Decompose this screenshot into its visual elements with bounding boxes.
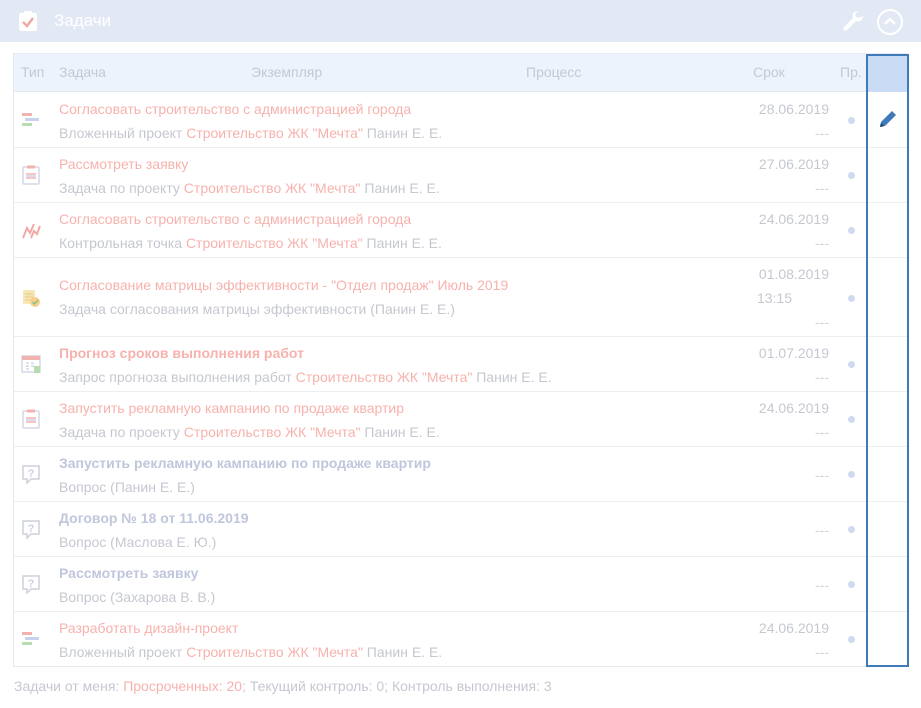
question-icon: ? <box>22 465 40 484</box>
clipboard-check-icon <box>19 11 37 31</box>
deadline-dash: --- <box>815 369 829 385</box>
project-link[interactable]: Строительство ЖК "Мечта" <box>184 180 361 196</box>
table-row[interactable]: Разработать дизайн-проект Вложенный прое… <box>14 612 907 667</box>
deadline-dash: --- <box>815 467 829 483</box>
deadline-dash: --- <box>815 577 829 593</box>
priority-dot <box>848 526 855 533</box>
col-instance[interactable]: Экземпляр <box>251 64 322 80</box>
project-task-icon <box>22 409 40 429</box>
tasks-table: Тип Задача Экземпляр Процесс Срок Пр. Со… <box>13 53 908 667</box>
deadline-dash: --- <box>815 125 829 141</box>
question-icon: ? <box>22 520 40 539</box>
task-subtitle: Задача согласования матрицы эффективност… <box>59 301 455 317</box>
matrix-approval-icon <box>23 290 40 307</box>
task-subtitle: Вопрос (Маслова Е. Ю.) <box>59 534 217 550</box>
footer-rest: ; Текущий контроль: 0; Контроль выполнен… <box>242 678 552 694</box>
deadline-date: 01.07.2019 <box>758 345 829 361</box>
table-header: Тип Задача Экземпляр Процесс Срок Пр. <box>14 54 908 92</box>
priority-dot <box>848 471 855 478</box>
footer-summary: Задачи от меня: Просроченных: 20; Текущи… <box>14 678 552 694</box>
task-subtitle: Задача по проекту Строительство ЖК "Мечт… <box>59 424 440 440</box>
deadline-dash: --- <box>815 644 829 660</box>
collapse-button[interactable] <box>877 9 903 35</box>
project-link[interactable]: Строительство ЖК "Мечта" <box>186 235 363 251</box>
actions-column-highlight <box>866 54 909 667</box>
panel-title: Задачи <box>54 11 112 30</box>
panel-header: Задачи <box>0 0 921 42</box>
task-title[interactable]: Прогноз сроков выполнения работ <box>59 345 304 361</box>
table-row[interactable]: Рассмотреть заявку Задача по проекту Стр… <box>14 148 907 203</box>
task-title[interactable]: Запустить рекламную кампанию по продаже … <box>59 455 431 471</box>
table-row[interactable]: ? Рассмотреть заявку Вопрос (Захарова В.… <box>14 557 907 612</box>
col-process[interactable]: Процесс <box>526 64 581 80</box>
priority-dot <box>848 416 855 423</box>
task-subtitle: Вопрос (Панин Е. Е.) <box>59 479 195 495</box>
deadline-date: 28.06.2019 <box>758 101 829 117</box>
priority-dot <box>848 636 855 643</box>
table-row[interactable]: ? Договор № 18 от 11.06.2019 Вопрос (Мас… <box>14 502 907 557</box>
table-row[interactable]: Прогноз сроков выполнения работ Запрос п… <box>14 337 907 392</box>
deadline-dash: --- <box>815 314 829 330</box>
task-title[interactable]: Запустить рекламную кампанию по продаже … <box>59 400 404 416</box>
svg-text:?: ? <box>28 468 35 480</box>
deadline-date: 27.06.2019 <box>758 156 829 172</box>
deadline-date: 01.08.2019 <box>758 266 829 282</box>
priority-dot <box>848 172 855 179</box>
task-title[interactable]: Рассмотреть заявку <box>59 565 198 581</box>
deadline-time: 13:15 <box>756 290 792 306</box>
tasks-panel: Задачи Тип Задача Экземпляр Процесс Срок… <box>0 0 921 708</box>
table-row[interactable]: Согласование матрицы эффективности - "От… <box>14 258 907 337</box>
priority-dot <box>848 227 855 234</box>
priority-dot <box>848 581 855 588</box>
col-priority[interactable]: Пр. <box>840 64 862 80</box>
task-title[interactable]: Согласовать строительство с администраци… <box>59 101 411 117</box>
table-row[interactable]: Запустить рекламную кампанию по продаже … <box>14 392 907 447</box>
checkpoint-icon <box>22 223 41 239</box>
table-row[interactable]: Согласовать строительство с администраци… <box>14 203 907 258</box>
project-link[interactable]: Строительство ЖК "Мечта" <box>186 125 363 141</box>
nested-project-icon <box>22 632 39 645</box>
table-row[interactable]: ? Запустить рекламную кампанию по продаж… <box>14 447 907 502</box>
task-title[interactable]: Разработать дизайн-проект <box>59 620 238 636</box>
task-subtitle: Запрос прогноза выполнения работ Строите… <box>59 369 552 385</box>
table-row[interactable]: Согласовать строительство с администраци… <box>14 93 907 148</box>
forecast-icon <box>21 355 41 373</box>
priority-dot <box>848 295 855 302</box>
overdue-link[interactable]: Просроченных: 20 <box>123 678 242 694</box>
task-title[interactable]: Рассмотреть заявку <box>59 156 188 172</box>
priority-dot <box>848 361 855 368</box>
deadline-dash: --- <box>815 522 829 538</box>
project-link[interactable]: Строительство ЖК "Мечта" <box>184 424 361 440</box>
deadline-date: 24.06.2019 <box>758 400 829 416</box>
chevron-up-icon <box>884 17 896 25</box>
task-title[interactable]: Согласование матрицы эффективности - "От… <box>59 277 508 293</box>
task-subtitle: Вложенный проект Строительство ЖК "Мечта… <box>59 125 443 141</box>
col-task[interactable]: Задача <box>59 64 106 80</box>
task-subtitle: Задача по проекту Строительство ЖК "Мечт… <box>59 180 440 196</box>
project-task-icon <box>22 165 40 185</box>
footer-prefix: Задачи от меня: <box>14 678 124 694</box>
project-link[interactable]: Строительство ЖК "Мечта" <box>296 369 473 385</box>
question-icon: ? <box>22 575 40 594</box>
deadline-date: 24.06.2019 <box>758 620 829 636</box>
deadline-date: 24.06.2019 <box>758 211 829 227</box>
deadline-dash: --- <box>815 235 829 251</box>
nested-project-icon <box>22 113 39 126</box>
deadline-dash: --- <box>815 424 829 440</box>
task-title[interactable]: Согласовать строительство с администраци… <box>59 211 411 227</box>
project-link[interactable]: Строительство ЖК "Мечта" <box>186 644 363 660</box>
task-title[interactable]: Договор № 18 от 11.06.2019 <box>59 510 249 526</box>
col-type[interactable]: Тип <box>21 64 44 80</box>
task-subtitle: Вопрос (Захарова В. В.) <box>59 589 216 605</box>
svg-text:?: ? <box>28 523 35 535</box>
deadline-dash: --- <box>815 180 829 196</box>
task-subtitle: Контрольная точка Строительство ЖК "Мечт… <box>59 235 442 251</box>
task-subtitle: Вложенный проект Строительство ЖК "Мечта… <box>59 644 443 660</box>
priority-dot <box>848 117 855 124</box>
wrench-icon[interactable] <box>842 10 866 34</box>
svg-text:?: ? <box>28 578 35 590</box>
col-deadline[interactable]: Срок <box>753 64 785 80</box>
